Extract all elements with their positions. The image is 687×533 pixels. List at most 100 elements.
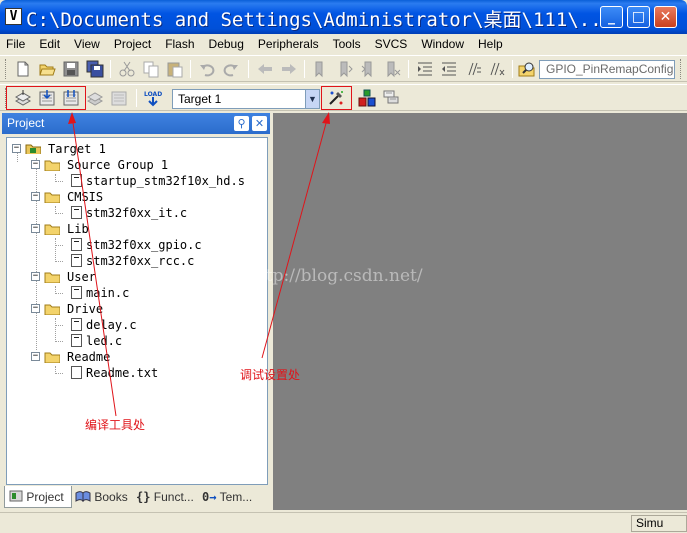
project-tab-icon <box>9 490 23 502</box>
collapse-icon[interactable]: − <box>12 144 21 153</box>
project-panel-title: Project <box>7 116 45 130</box>
menu-flash[interactable]: Flash <box>165 37 194 51</box>
collapse-icon[interactable]: − <box>31 304 40 313</box>
toolbar-separator <box>136 89 137 107</box>
tree-item-file[interactable]: startup_stm32f10x_hd.s <box>11 173 261 189</box>
redo-icon[interactable] <box>222 60 240 78</box>
maximize-button[interactable]: □ <box>627 6 650 28</box>
menu-file[interactable]: File <box>6 37 25 51</box>
target-select-value: Target 1 <box>178 92 222 106</box>
menu-window[interactable]: Window <box>421 37 464 51</box>
editor-area[interactable] <box>273 113 687 510</box>
bookmark-toggle-icon[interactable] <box>312 60 330 78</box>
minimize-button[interactable]: _ <box>600 6 623 28</box>
compile-tools-highlight <box>6 86 86 110</box>
tree-label: stm32f0xx_it.c <box>86 206 188 220</box>
tree-item-file[interactable]: stm32f0xx_gpio.c <box>11 237 261 253</box>
batch-build-icon[interactable] <box>86 89 104 107</box>
tree-item-file[interactable]: Readme.txt <box>11 365 261 381</box>
tree-label: Drive <box>67 302 104 316</box>
collapse-icon[interactable]: − <box>31 192 40 201</box>
toolbar-grip[interactable] <box>5 59 8 79</box>
close-icon[interactable]: ✕ <box>252 116 267 131</box>
tree-item-group[interactable]: − Readme <box>11 349 261 365</box>
menu-edit[interactable]: Edit <box>39 37 60 51</box>
tree-label: stm32f0xx_gpio.c <box>86 238 202 252</box>
toolbar-separator <box>408 60 409 78</box>
window-title: C:\Documents and Settings\Administrator\… <box>26 9 614 31</box>
uncomment-icon[interactable] <box>488 60 506 78</box>
tab-templates-label: Tem... <box>219 490 253 504</box>
navigate-forward-icon[interactable] <box>280 60 298 78</box>
open-folder-icon[interactable] <box>38 60 56 78</box>
folder-icon <box>44 192 60 203</box>
save-icon[interactable] <box>62 60 80 78</box>
title-bar: V C:\Documents and Settings\Administrato… <box>0 0 687 34</box>
target-select[interactable]: Target 1 ▼ <box>172 89 320 109</box>
tree-label: CMSIS <box>67 190 104 204</box>
collapse-icon[interactable]: − <box>31 352 40 361</box>
tree-item-file[interactable]: stm32f0xx_it.c <box>11 205 261 221</box>
menu-peripherals[interactable]: Peripherals <box>258 37 319 51</box>
navigate-back-icon[interactable] <box>256 60 274 78</box>
unindent-icon[interactable] <box>440 60 458 78</box>
tree-item-group[interactable]: − Lib <box>11 221 261 237</box>
chevron-down-icon[interactable]: ▼ <box>305 90 319 108</box>
target-folder-icon <box>25 144 41 154</box>
tab-project[interactable]: Project <box>4 486 72 508</box>
bookmark-prev-icon[interactable] <box>336 60 354 78</box>
tab-templates[interactable]: 0→ Tem... <box>202 486 268 508</box>
new-file-icon[interactable] <box>14 60 32 78</box>
tree-label: stm32f0xx_rcc.c <box>86 254 195 268</box>
tree-item-file[interactable]: delay.c <box>11 317 261 333</box>
collapse-icon[interactable]: − <box>31 272 40 281</box>
functions-icon: {} <box>136 490 151 504</box>
uvision-app-icon[interactable]: V <box>5 8 22 25</box>
tab-functions[interactable]: {} Funct... <box>136 486 198 508</box>
tree-label: Lib <box>67 222 89 236</box>
source-file-icon <box>71 286 82 299</box>
close-button[interactable]: ✕ <box>654 6 677 28</box>
menu-tools[interactable]: Tools <box>333 37 361 51</box>
collapse-icon[interactable]: − <box>31 160 40 169</box>
tree-connector <box>55 181 63 182</box>
tree-item-group[interactable]: − Source Group 1 <box>11 157 261 173</box>
manage-components-icon[interactable] <box>358 89 376 107</box>
menu-svcs[interactable]: SVCS <box>375 37 408 51</box>
tree-label: Target 1 <box>48 142 106 156</box>
menu-view[interactable]: View <box>74 37 100 51</box>
folder-icon <box>44 304 60 315</box>
file-extensions-icon[interactable] <box>382 89 400 107</box>
cut-icon[interactable] <box>118 60 136 78</box>
tree-item-group[interactable]: − CMSIS <box>11 189 261 205</box>
menu-debug[interactable]: Debug <box>209 37 244 51</box>
bookmark-next-icon[interactable] <box>360 60 378 78</box>
menu-help[interactable]: Help <box>478 37 503 51</box>
tree-item-group[interactable]: − Drive <box>11 301 261 317</box>
debug-settings-highlight <box>321 86 352 110</box>
paste-icon[interactable] <box>166 60 184 78</box>
tree-item-group[interactable]: − User <box>11 269 261 285</box>
toolbar-grip[interactable] <box>680 59 683 79</box>
tree-item-file[interactable]: stm32f0xx_rcc.c <box>11 253 261 269</box>
tree-item-file[interactable]: led.c <box>11 333 261 349</box>
undo-icon[interactable] <box>198 60 216 78</box>
source-file-icon <box>71 334 82 347</box>
toolbar-separator <box>190 60 191 78</box>
find-combo[interactable]: GPIO_PinRemapConfig <box>539 60 675 79</box>
copy-icon[interactable] <box>142 60 160 78</box>
bookmark-clear-icon[interactable] <box>384 60 402 78</box>
download-load-icon[interactable]: LOAD <box>144 89 162 107</box>
tab-books[interactable]: Books <box>75 486 133 508</box>
tree-item-target[interactable]: − Target 1 <box>11 141 261 157</box>
menu-project[interactable]: Project <box>114 37 151 51</box>
stop-build-icon[interactable] <box>110 89 128 107</box>
indent-icon[interactable] <box>416 60 434 78</box>
save-all-icon[interactable] <box>86 60 104 78</box>
source-file-icon <box>71 174 82 187</box>
tree-item-file[interactable]: main.c <box>11 285 261 301</box>
find-in-files-icon[interactable] <box>518 60 536 78</box>
collapse-icon[interactable]: − <box>31 224 40 233</box>
pin-icon[interactable]: ⚲ <box>234 116 249 131</box>
comment-icon[interactable] <box>464 60 482 78</box>
